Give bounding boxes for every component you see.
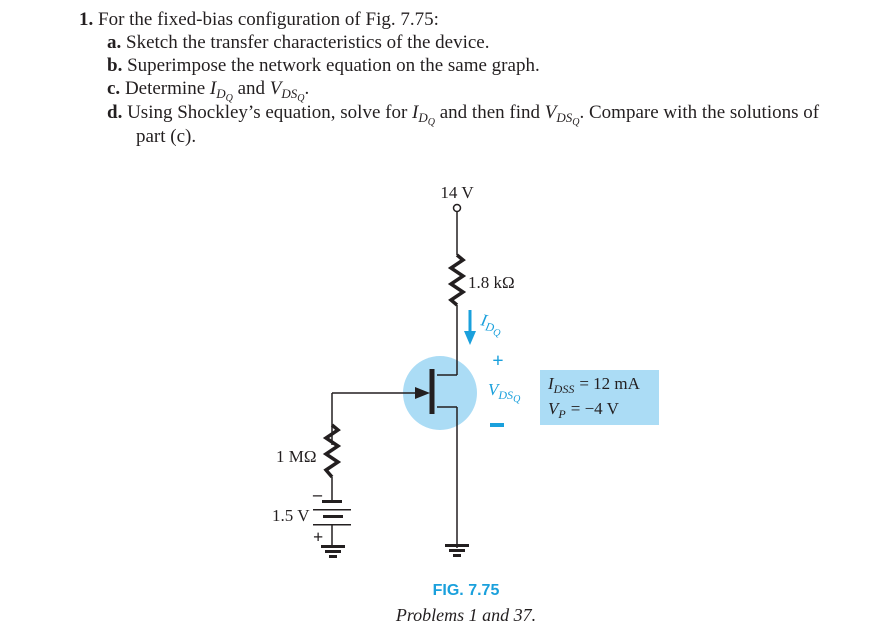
gate-resistor-label: 1 MΩ [276, 447, 317, 466]
figure-caption: Problems 1 and 37. [395, 605, 537, 625]
vds-plus: + [492, 350, 503, 372]
supply-label: 14 V [440, 183, 474, 202]
vds-minus [490, 423, 504, 427]
battery-icon [322, 500, 342, 503]
battery-plus: + [313, 527, 323, 547]
figure-title: FIG. 7.75 [432, 582, 500, 599]
battery-minus: – [312, 484, 323, 504]
vds-label: VDSQ [488, 380, 521, 405]
drain-resistor-icon [447, 253, 467, 307]
ground-icon [321, 545, 345, 558]
drain-resistor-label: 1.8 kΩ [468, 273, 515, 292]
gate-resistor-icon [322, 423, 342, 479]
supply-terminal-icon [452, 203, 462, 213]
circuit-diagram: 14 V 1.8 kΩ IDQ + VDSQ IDSS = 12 mA VP = −… [272, 183, 659, 558]
ground-icon [445, 544, 469, 557]
current-arrow-head-icon [464, 331, 476, 345]
current-label: IDQ [477, 310, 505, 339]
battery-label: 1.5 V [272, 506, 310, 525]
